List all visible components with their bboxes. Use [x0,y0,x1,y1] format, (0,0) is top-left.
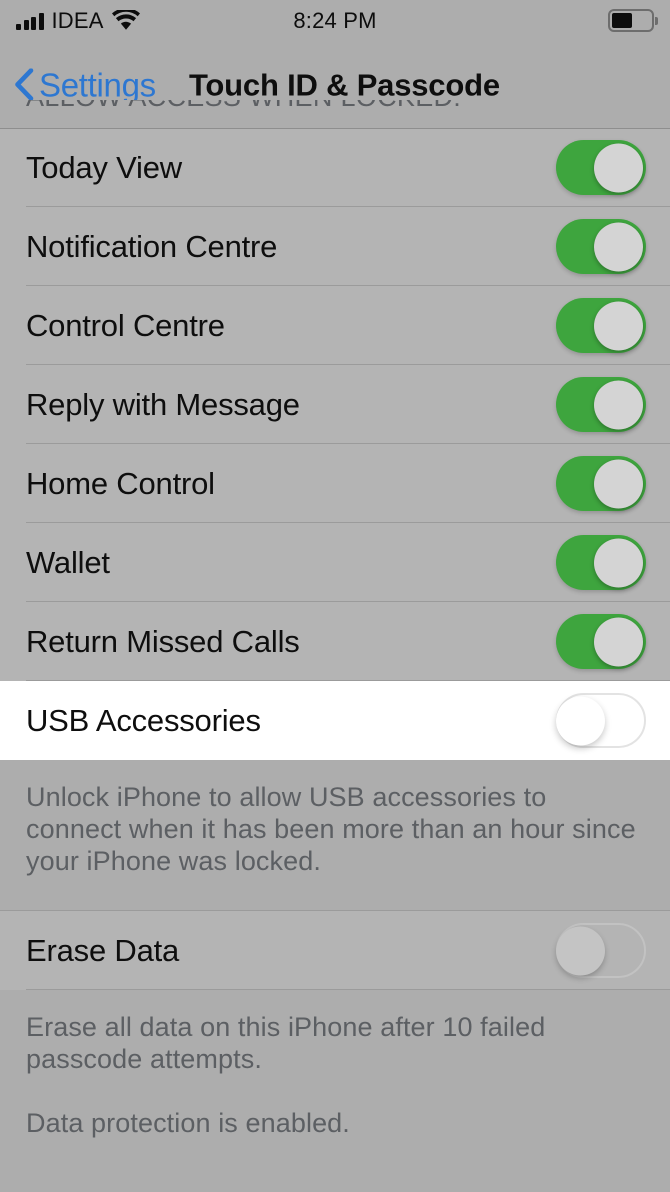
row-label: Control Centre [26,308,225,343]
erase-footnote-text-2: Data protection is enabled. [26,1107,350,1138]
row-label: Reply with Message [26,387,300,422]
toggle-knob [594,380,643,429]
row-label: Today View [26,150,182,185]
row-label: Wallet [26,545,110,580]
toggle-notification-centre[interactable] [556,219,646,274]
toggle-knob [594,538,643,587]
back-button[interactable]: Settings [14,68,156,101]
settings-list[interactable]: Today View Notification Centre Control C… [0,128,670,1192]
row-label: USB Accessories [26,703,261,738]
toggle-knob [594,301,643,350]
status-bar: IDEA 8:24 PM [0,0,670,41]
carrier-label: IDEA [51,7,104,33]
signal-bars-icon [16,12,44,30]
row-label: Notification Centre [26,229,278,264]
section-header-allow-access: ALLOW ACCESS WHEN LOCKED: [0,100,670,128]
status-bar-right [377,9,654,32]
clock-label: 8:24 PM [293,7,377,33]
toggle-home-control[interactable] [556,456,646,511]
toggle-usb-accessories[interactable] [556,693,646,748]
toggle-knob [556,926,605,975]
row-label: Return Missed Calls [26,624,300,659]
toggle-knob [594,459,643,508]
content-top-hairline [0,128,670,129]
row-control-centre[interactable]: Control Centre [0,286,670,365]
row-wallet[interactable]: Wallet [0,523,670,602]
battery-fill [612,13,633,28]
toggle-return-missed-calls[interactable] [556,614,646,669]
row-today-view[interactable]: Today View [0,128,670,207]
usb-accessories-footnote: Unlock iPhone to allow USB accessories t… [0,760,670,910]
toggle-knob [594,222,643,271]
erase-footnote-text-1: Erase all data on this iPhone after 10 f… [26,1012,546,1074]
iphone-screen: IDEA 8:24 PM Settings Touch ID & Passcod… [0,0,670,1192]
erase-data-footnote: Erase all data on this iPhone after 10 f… [0,990,670,1140]
list-bottom-spacer [0,1139,670,1184]
allow-access-group: Today View Notification Centre Control C… [0,128,670,760]
usb-footnote-text: Unlock iPhone to allow USB accessories t… [26,782,636,876]
row-home-control[interactable]: Home Control [0,444,670,523]
toggle-knob [594,143,643,192]
toggle-today-view[interactable] [556,140,646,195]
row-return-missed-calls[interactable]: Return Missed Calls [0,602,670,681]
section-header-label: ALLOW ACCESS WHEN LOCKED: [26,100,461,111]
row-label: Home Control [26,466,215,501]
toggle-erase-data[interactable] [556,923,646,978]
chevron-left-icon [14,68,34,101]
row-separator [26,989,670,990]
wifi-icon [111,10,140,31]
row-erase-data[interactable]: Erase Data [0,911,670,990]
toggle-wallet[interactable] [556,535,646,590]
toggle-reply-with-message[interactable] [556,377,646,432]
row-reply-with-message[interactable]: Reply with Message [0,365,670,444]
status-bar-left: IDEA [16,7,293,33]
page-title: Touch ID & Passcode [189,67,500,102]
toggle-control-centre[interactable] [556,298,646,353]
status-bar-center: 8:24 PM [293,7,377,33]
row-usb-accessories[interactable]: USB Accessories [0,681,670,760]
toggle-knob [594,617,643,666]
back-button-label: Settings [39,66,156,103]
battery-icon [608,9,654,32]
toggle-knob [556,696,605,745]
row-label: Erase Data [26,933,180,968]
erase-data-group: Erase Data [0,911,670,990]
row-notification-centre[interactable]: Notification Centre [0,207,670,286]
